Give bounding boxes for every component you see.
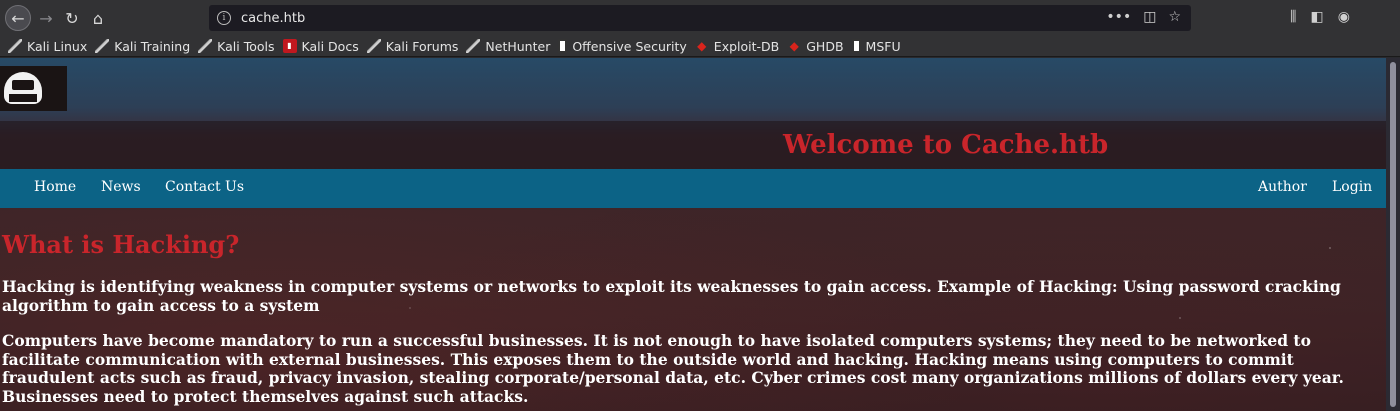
paragraph-2: Computers have become mandatory to run a… (2, 331, 1344, 406)
offsec-icon (851, 39, 861, 53)
reload-button[interactable]: ↻ (60, 6, 84, 30)
arrow-right-icon: → (39, 8, 53, 28)
forward-button[interactable]: → (34, 6, 58, 30)
offsec-icon (558, 39, 568, 53)
site-logo (0, 66, 67, 111)
vertical-scrollbar[interactable] (1386, 58, 1400, 411)
home-icon: ⌂ (92, 8, 104, 28)
back-button[interactable]: ← (5, 5, 31, 31)
bookmark-msfu[interactable]: MSFU (851, 39, 901, 54)
scrollbar-thumb[interactable] (1390, 62, 1396, 407)
library-icon[interactable]: ⫼ (1290, 9, 1296, 25)
kali-dragon-icon (95, 39, 110, 53)
url-bar[interactable]: i cache.htb ••• ◫ ☆ (209, 5, 1191, 31)
bookmark-kali-linux[interactable]: Kali Linux (8, 39, 87, 54)
browser-toolbar: ← → ↻ ⌂ i cache.htb ••• ◫ ☆ ⫼ ◧ ◉ (0, 0, 1400, 36)
kali-dragon-icon (198, 39, 213, 53)
pocket-icon[interactable]: ◫ (1143, 9, 1156, 25)
bookmark-kali-forums[interactable]: Kali Forums (366, 39, 458, 54)
section-heading: What is Hacking? (2, 230, 240, 259)
bookmark-kali-training[interactable]: Kali Training (95, 39, 190, 54)
home-button[interactable]: ⌂ (86, 6, 110, 30)
nav-login-link[interactable]: Login (1332, 179, 1372, 195)
header-banner (0, 121, 1386, 169)
account-icon[interactable]: ◉ (1338, 9, 1350, 25)
exploit-db-icon: ◆ (697, 39, 707, 53)
sidebar-icon[interactable]: ◧ (1310, 9, 1323, 25)
bookmark-kali-docs[interactable]: ▮ Kali Docs (282, 39, 359, 54)
star-icon[interactable]: ☆ (1168, 9, 1181, 25)
site-title: Welcome to Cache.htb (783, 130, 1109, 160)
nav-home-link[interactable]: Home (34, 179, 76, 195)
kali-dragon-icon (366, 39, 381, 53)
url-text[interactable]: cache.htb (241, 11, 305, 26)
bookmark-nethunter[interactable]: NetHunter (466, 39, 550, 54)
nav-author-link[interactable]: Author (1258, 179, 1307, 195)
ellipsis-icon[interactable]: ••• (1106, 9, 1131, 25)
exploit-db-icon: ◆ (789, 39, 799, 53)
bookmark-offensive-security[interactable]: Offensive Security (558, 39, 687, 54)
nav-contact-link[interactable]: Contact Us (165, 179, 244, 195)
bookmark-exploit-db[interactable]: ◆ Exploit-DB (695, 39, 779, 54)
kali-docs-icon: ▮ (282, 39, 297, 53)
bookmark-kali-tools[interactable]: Kali Tools (198, 39, 275, 54)
kali-dragon-icon (8, 39, 22, 53)
reload-icon: ↻ (65, 8, 79, 28)
paragraph-1: Hacking is identifying weakness in compu… (2, 277, 1341, 315)
site-info-icon[interactable]: i (217, 11, 231, 25)
kali-dragon-icon (466, 39, 481, 53)
nav-news-link[interactable]: News (101, 179, 141, 195)
bookmarks-toolbar: Kali Linux Kali Training Kali Tools ▮ Kal… (0, 36, 1400, 57)
page-viewport: Welcome to Cache.htb Home News Contact U… (0, 58, 1386, 411)
site-navbar: Home News Contact Us Author Login (0, 169, 1386, 208)
bookmark-ghdb[interactable]: ◆ GHDB (787, 39, 844, 54)
arrow-left-icon: ← (11, 8, 25, 28)
